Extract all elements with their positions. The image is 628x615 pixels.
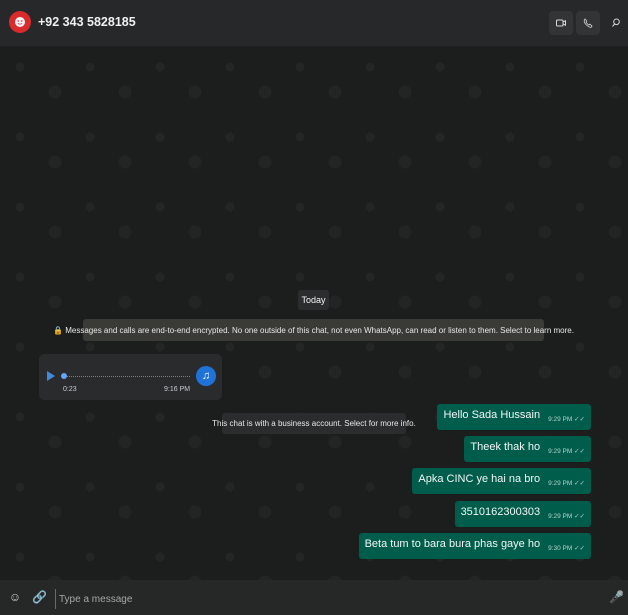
business-account-notice[interactable]: This chat is with a business account. Se… [212, 413, 416, 434]
music-note-icon: ♫ [196, 366, 216, 386]
message-text: Hello Sada Hussain [443, 409, 541, 421]
message-input[interactable] [55, 589, 591, 609]
contact-name[interactable]: +92 343 5828185 [38, 15, 136, 29]
paperclip-icon[interactable]: 🔗 [32, 590, 47, 604]
message-time: 9:29 PM ✓✓ [548, 416, 585, 423]
voice-message[interactable]: 0:23 9:16 PM ♫ [39, 354, 222, 400]
message-text: Beta tum to bara bura phas gaye ho [364, 538, 541, 550]
message-text: Apka CINC ye hai na bro [418, 473, 541, 485]
encryption-notice[interactable]: 🔒 Messages and calls are end-to-end encr… [53, 319, 574, 341]
outgoing-message[interactable]: Beta tum to bara bura phas gaye ho 9:30 P… [358, 533, 591, 559]
voice-time: 9:16 PM [164, 386, 191, 393]
voice-call-button[interactable] [576, 11, 600, 35]
search-icon [612, 18, 620, 27]
message-text: Theek thak ho [470, 441, 541, 453]
chat-area[interactable]: Today 🔒 Messages and calls are end-to-en… [0, 47, 628, 580]
video-call-button[interactable] [549, 11, 573, 35]
outgoing-message[interactable]: Apka CINC ye hai na bro 9:29 PM ✓✓ [412, 468, 591, 494]
video-icon [556, 19, 566, 27]
playback-handle[interactable] [61, 373, 67, 379]
outgoing-message[interactable]: Theek thak ho 9:29 PM ✓✓ [464, 436, 591, 462]
play-icon[interactable] [47, 371, 55, 381]
phone-icon [583, 18, 593, 28]
message-time: 9:29 PM ✓✓ [548, 513, 585, 520]
date-separator: Today [298, 290, 329, 310]
search-button[interactable] [604, 11, 628, 35]
voice-duration: 0:23 [63, 386, 77, 393]
message-time: 9:30 PM ✓✓ [548, 545, 585, 552]
microphone-icon[interactable]: 🎤 [609, 590, 624, 604]
chat-header: +92 343 5828185 [0, 0, 628, 47]
outgoing-message[interactable]: 3510162300303 9:29 PM ✓✓ [454, 501, 591, 527]
outgoing-message[interactable]: Hello Sada Hussain 9:29 PM ✓✓ [437, 404, 591, 430]
message-time: 9:29 PM ✓✓ [548, 480, 585, 487]
message-time: 9:29 PM ✓✓ [548, 448, 585, 455]
emoji-icon[interactable]: ☺ [8, 590, 22, 604]
contact-avatar[interactable] [9, 11, 31, 33]
avatar-face-icon [15, 17, 25, 27]
audio-waveform[interactable] [62, 376, 190, 378]
message-text: 3510162300303 [460, 506, 541, 518]
message-composer: ☺ 🔗 🎤 [0, 580, 628, 615]
